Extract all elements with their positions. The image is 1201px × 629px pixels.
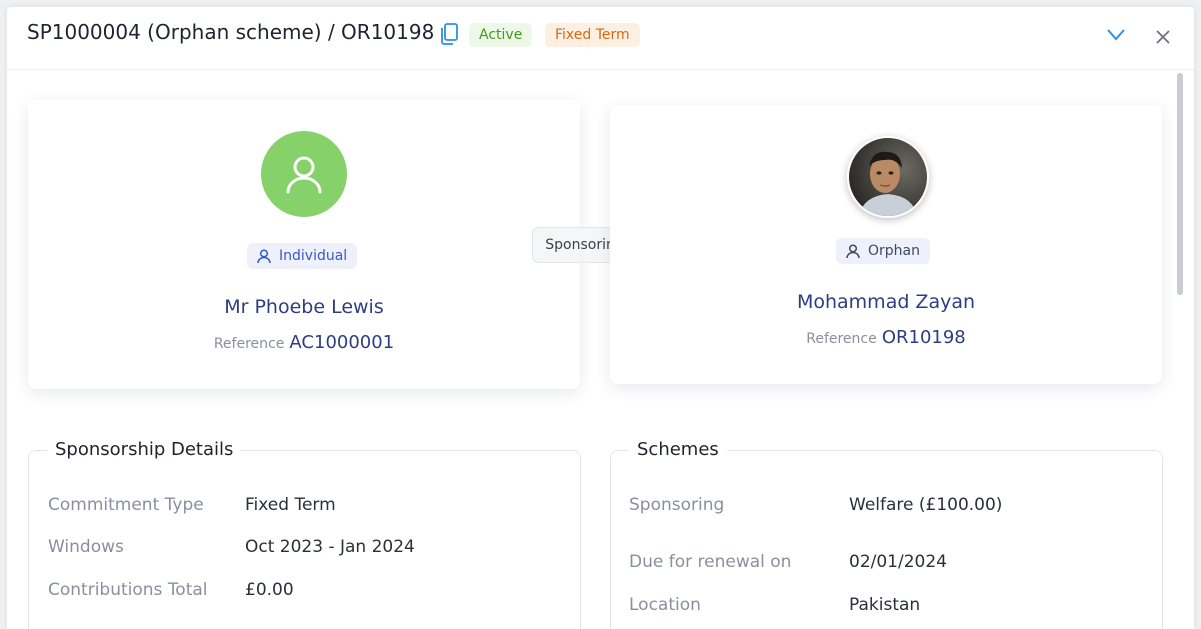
sponsor-card[interactable]: Individual Mr Phoebe Lewis Reference AC1…: [28, 100, 580, 389]
reference-label: Reference: [806, 331, 877, 347]
beneficiary-reference: Reference OR10198: [610, 327, 1162, 348]
scrollbar-thumb[interactable]: [1177, 73, 1183, 295]
beneficiary-name[interactable]: Mohammad Zayan: [610, 291, 1162, 313]
scheme-value-text: Welfare (£100.00): [849, 495, 1003, 515]
status-badge: Active: [469, 23, 533, 47]
reference-value[interactable]: AC1000001: [289, 332, 394, 353]
detail-row: Windows: [48, 537, 124, 557]
scheme-value: 02/01/2024: [849, 552, 947, 572]
reference-value[interactable]: OR10198: [882, 327, 966, 348]
scheme-row: Due for renewal on: [629, 552, 791, 572]
term-badge: Fixed Term: [545, 23, 640, 47]
sponsorship-modal: SP1000004 (Orphan scheme) / OR10198 Acti…: [7, 7, 1194, 629]
avatar: [261, 131, 347, 217]
detail-label: Windows: [48, 537, 124, 557]
user-icon: [286, 156, 322, 194]
reference-label: Reference: [213, 336, 285, 352]
close-icon[interactable]: [1155, 29, 1171, 45]
user-icon: [257, 248, 271, 263]
detail-value-text: £0.00: [245, 580, 294, 600]
detail-row: Commitment Type: [48, 495, 204, 515]
scheme-label: Sponsoring: [629, 495, 725, 515]
beneficiary-card[interactable]: Orphan Mohammad Zayan Reference OR10198: [610, 105, 1162, 384]
page-title: SP1000004 (Orphan scheme) / OR10198: [27, 20, 435, 44]
scheme-label: Due for renewal on: [629, 552, 792, 572]
detail-value-text: Oct 2023 - Jan 2024: [245, 537, 415, 557]
detail-value-text: Fixed Term: [245, 495, 336, 515]
scheme-row: Sponsoring: [629, 495, 724, 515]
copy-icon[interactable]: [440, 23, 458, 45]
detail-label: Commitment Type: [48, 495, 204, 515]
sponsor-name[interactable]: Mr Phoebe Lewis: [28, 296, 580, 318]
scheme-row: Location: [629, 595, 701, 615]
modal-header: SP1000004 (Orphan scheme) / OR10198 Acti…: [7, 7, 1194, 70]
chevron-down-icon[interactable]: [1106, 25, 1126, 43]
role-label: Individual: [279, 248, 348, 264]
section-title: Schemes: [629, 439, 727, 460]
section-title: Sponsorship Details: [47, 439, 242, 460]
avatar: [847, 136, 929, 218]
scheme-label: Location: [629, 595, 701, 615]
schemes-section: Schemes Sponsoring Welfare (£100.00) Due…: [610, 439, 1163, 629]
user-icon: [846, 243, 860, 258]
detail-row: Contributions Total: [48, 580, 208, 600]
profile-photo: [849, 138, 927, 216]
detail-value: Fixed Term: [245, 495, 336, 515]
role-badge-orphan: Orphan: [836, 238, 930, 264]
scheme-value-text: 02/01/2024: [849, 552, 947, 572]
detail-value: £0.00: [245, 580, 294, 600]
scheme-value-text: Pakistan: [849, 595, 921, 615]
sponsor-reference: Reference AC1000001: [28, 332, 580, 353]
detail-label: Contributions Total: [48, 580, 208, 600]
role-badge-individual: Individual: [247, 243, 358, 269]
role-label: Orphan: [868, 243, 920, 259]
sponsorship-details-section: Sponsorship Details Commitment Type Fixe…: [28, 439, 581, 629]
scheme-value: Pakistan: [849, 595, 920, 615]
detail-value: Oct 2023 - Jan 2024: [245, 537, 415, 557]
scheme-value: Welfare (£100.00): [849, 495, 1002, 515]
